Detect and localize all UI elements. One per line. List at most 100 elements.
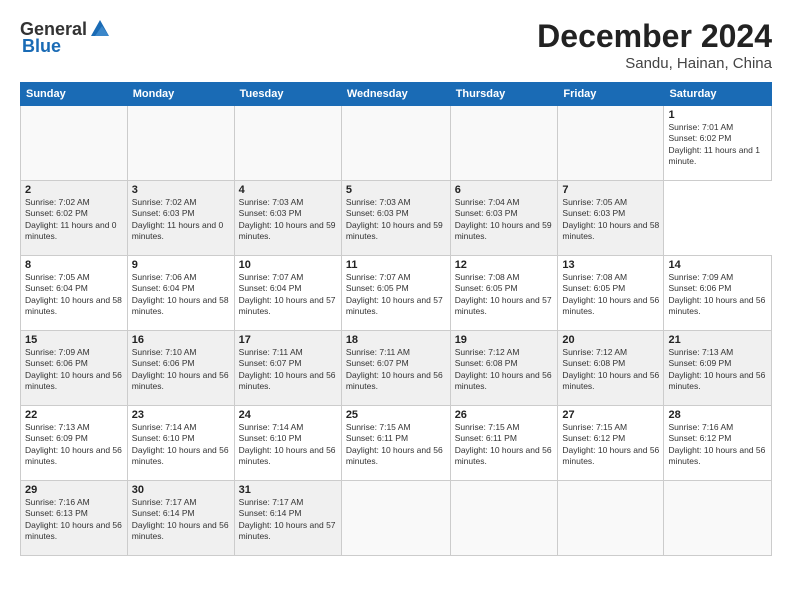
- weekday-header-row: SundayMondayTuesdayWednesdayThursdayFrid…: [21, 83, 772, 106]
- calendar-cell: 14Sunrise: 7:09 AMSunset: 6:06 PMDayligh…: [664, 256, 772, 331]
- day-number: 2: [25, 184, 123, 196]
- location-text: Sandu, Hainan, China: [537, 55, 772, 72]
- day-info: Sunrise: 7:05 AMSunset: 6:04 PMDaylight:…: [25, 272, 123, 318]
- day-number: 23: [132, 409, 230, 421]
- calendar-cell: 1Sunrise: 7:01 AMSunset: 6:02 PMDaylight…: [664, 106, 772, 181]
- calendar-cell: [234, 106, 341, 181]
- calendar-week-row: 8Sunrise: 7:05 AMSunset: 6:04 PMDaylight…: [21, 256, 772, 331]
- calendar-cell: 10Sunrise: 7:07 AMSunset: 6:04 PMDayligh…: [234, 256, 341, 331]
- day-info: Sunrise: 7:11 AMSunset: 6:07 PMDaylight:…: [346, 347, 446, 393]
- calendar-cell: 19Sunrise: 7:12 AMSunset: 6:08 PMDayligh…: [450, 331, 558, 406]
- day-info: Sunrise: 7:10 AMSunset: 6:06 PMDaylight:…: [132, 347, 230, 393]
- calendar-cell: 30Sunrise: 7:17 AMSunset: 6:14 PMDayligh…: [127, 481, 234, 556]
- day-info: Sunrise: 7:08 AMSunset: 6:05 PMDaylight:…: [562, 272, 659, 318]
- day-info: Sunrise: 7:09 AMSunset: 6:06 PMDaylight:…: [25, 347, 123, 393]
- calendar-cell: [558, 481, 664, 556]
- day-number: 8: [25, 259, 123, 271]
- day-number: 29: [25, 484, 123, 496]
- day-number: 19: [455, 334, 554, 346]
- day-number: 18: [346, 334, 446, 346]
- logo-blue-text: Blue: [22, 36, 61, 57]
- day-info: Sunrise: 7:03 AMSunset: 6:03 PMDaylight:…: [239, 197, 337, 243]
- calendar-cell: 27Sunrise: 7:15 AMSunset: 6:12 PMDayligh…: [558, 406, 664, 481]
- day-info: Sunrise: 7:15 AMSunset: 6:11 PMDaylight:…: [455, 422, 554, 468]
- day-number: 21: [668, 334, 767, 346]
- day-info: Sunrise: 7:12 AMSunset: 6:08 PMDaylight:…: [455, 347, 554, 393]
- day-number: 14: [668, 259, 767, 271]
- calendar-cell: 5Sunrise: 7:03 AMSunset: 6:03 PMDaylight…: [341, 181, 450, 256]
- calendar-cell: [127, 106, 234, 181]
- day-info: Sunrise: 7:07 AMSunset: 6:05 PMDaylight:…: [346, 272, 446, 318]
- title-block: December 2024 Sandu, Hainan, China: [537, 18, 772, 72]
- day-info: Sunrise: 7:14 AMSunset: 6:10 PMDaylight:…: [239, 422, 337, 468]
- day-info: Sunrise: 7:11 AMSunset: 6:07 PMDaylight:…: [239, 347, 337, 393]
- logo: General Blue: [20, 18, 113, 57]
- day-number: 13: [562, 259, 659, 271]
- calendar-cell: 31Sunrise: 7:17 AMSunset: 6:14 PMDayligh…: [234, 481, 341, 556]
- calendar-week-row: 15Sunrise: 7:09 AMSunset: 6:06 PMDayligh…: [21, 331, 772, 406]
- calendar-cell: 21Sunrise: 7:13 AMSunset: 6:09 PMDayligh…: [664, 331, 772, 406]
- day-info: Sunrise: 7:02 AMSunset: 6:03 PMDaylight:…: [132, 197, 230, 243]
- day-number: 9: [132, 259, 230, 271]
- day-info: Sunrise: 7:06 AMSunset: 6:04 PMDaylight:…: [132, 272, 230, 318]
- calendar-cell: 7Sunrise: 7:05 AMSunset: 6:03 PMDaylight…: [558, 181, 664, 256]
- day-info: Sunrise: 7:05 AMSunset: 6:03 PMDaylight:…: [562, 197, 659, 243]
- weekday-header-friday: Friday: [558, 83, 664, 106]
- weekday-header-tuesday: Tuesday: [234, 83, 341, 106]
- calendar-cell: 6Sunrise: 7:04 AMSunset: 6:03 PMDaylight…: [450, 181, 558, 256]
- calendar-cell: [450, 481, 558, 556]
- calendar-cell: 8Sunrise: 7:05 AMSunset: 6:04 PMDaylight…: [21, 256, 128, 331]
- calendar-week-row: 1Sunrise: 7:01 AMSunset: 6:02 PMDaylight…: [21, 106, 772, 181]
- calendar-cell: [341, 481, 450, 556]
- calendar-cell: 9Sunrise: 7:06 AMSunset: 6:04 PMDaylight…: [127, 256, 234, 331]
- day-number: 27: [562, 409, 659, 421]
- day-number: 4: [239, 184, 337, 196]
- day-info: Sunrise: 7:02 AMSunset: 6:02 PMDaylight:…: [25, 197, 123, 243]
- calendar-cell: 13Sunrise: 7:08 AMSunset: 6:05 PMDayligh…: [558, 256, 664, 331]
- calendar-table: SundayMondayTuesdayWednesdayThursdayFrid…: [20, 82, 772, 556]
- day-info: Sunrise: 7:09 AMSunset: 6:06 PMDaylight:…: [668, 272, 767, 318]
- day-number: 28: [668, 409, 767, 421]
- day-info: Sunrise: 7:15 AMSunset: 6:11 PMDaylight:…: [346, 422, 446, 468]
- day-number: 15: [25, 334, 123, 346]
- day-info: Sunrise: 7:04 AMSunset: 6:03 PMDaylight:…: [455, 197, 554, 243]
- day-info: Sunrise: 7:13 AMSunset: 6:09 PMDaylight:…: [25, 422, 123, 468]
- day-number: 16: [132, 334, 230, 346]
- calendar-cell: 25Sunrise: 7:15 AMSunset: 6:11 PMDayligh…: [341, 406, 450, 481]
- day-number: 20: [562, 334, 659, 346]
- calendar-cell: [21, 106, 128, 181]
- day-number: 1: [668, 109, 767, 121]
- day-number: 22: [25, 409, 123, 421]
- calendar-cell: 28Sunrise: 7:16 AMSunset: 6:12 PMDayligh…: [664, 406, 772, 481]
- calendar-cell: 18Sunrise: 7:11 AMSunset: 6:07 PMDayligh…: [341, 331, 450, 406]
- header: General Blue December 2024 Sandu, Hainan…: [20, 18, 772, 72]
- calendar-cell: 23Sunrise: 7:14 AMSunset: 6:10 PMDayligh…: [127, 406, 234, 481]
- weekday-header-wednesday: Wednesday: [341, 83, 450, 106]
- calendar-cell: 26Sunrise: 7:15 AMSunset: 6:11 PMDayligh…: [450, 406, 558, 481]
- calendar-cell: 17Sunrise: 7:11 AMSunset: 6:07 PMDayligh…: [234, 331, 341, 406]
- calendar-cell: [664, 481, 772, 556]
- calendar-page: General Blue December 2024 Sandu, Hainan…: [0, 0, 792, 612]
- day-number: 12: [455, 259, 554, 271]
- day-number: 6: [455, 184, 554, 196]
- calendar-week-row: 29Sunrise: 7:16 AMSunset: 6:13 PMDayligh…: [21, 481, 772, 556]
- day-info: Sunrise: 7:15 AMSunset: 6:12 PMDaylight:…: [562, 422, 659, 468]
- logo-icon: [89, 18, 111, 40]
- day-info: Sunrise: 7:17 AMSunset: 6:14 PMDaylight:…: [132, 497, 230, 543]
- calendar-cell: 12Sunrise: 7:08 AMSunset: 6:05 PMDayligh…: [450, 256, 558, 331]
- weekday-header-saturday: Saturday: [664, 83, 772, 106]
- calendar-cell: 24Sunrise: 7:14 AMSunset: 6:10 PMDayligh…: [234, 406, 341, 481]
- day-info: Sunrise: 7:12 AMSunset: 6:08 PMDaylight:…: [562, 347, 659, 393]
- day-info: Sunrise: 7:16 AMSunset: 6:12 PMDaylight:…: [668, 422, 767, 468]
- day-info: Sunrise: 7:17 AMSunset: 6:14 PMDaylight:…: [239, 497, 337, 543]
- day-info: Sunrise: 7:03 AMSunset: 6:03 PMDaylight:…: [346, 197, 446, 243]
- day-number: 10: [239, 259, 337, 271]
- day-info: Sunrise: 7:07 AMSunset: 6:04 PMDaylight:…: [239, 272, 337, 318]
- day-number: 5: [346, 184, 446, 196]
- calendar-cell: 3Sunrise: 7:02 AMSunset: 6:03 PMDaylight…: [127, 181, 234, 256]
- day-number: 31: [239, 484, 337, 496]
- calendar-cell: 2Sunrise: 7:02 AMSunset: 6:02 PMDaylight…: [21, 181, 128, 256]
- calendar-cell: 15Sunrise: 7:09 AMSunset: 6:06 PMDayligh…: [21, 331, 128, 406]
- day-number: 11: [346, 259, 446, 271]
- calendar-cell: [558, 106, 664, 181]
